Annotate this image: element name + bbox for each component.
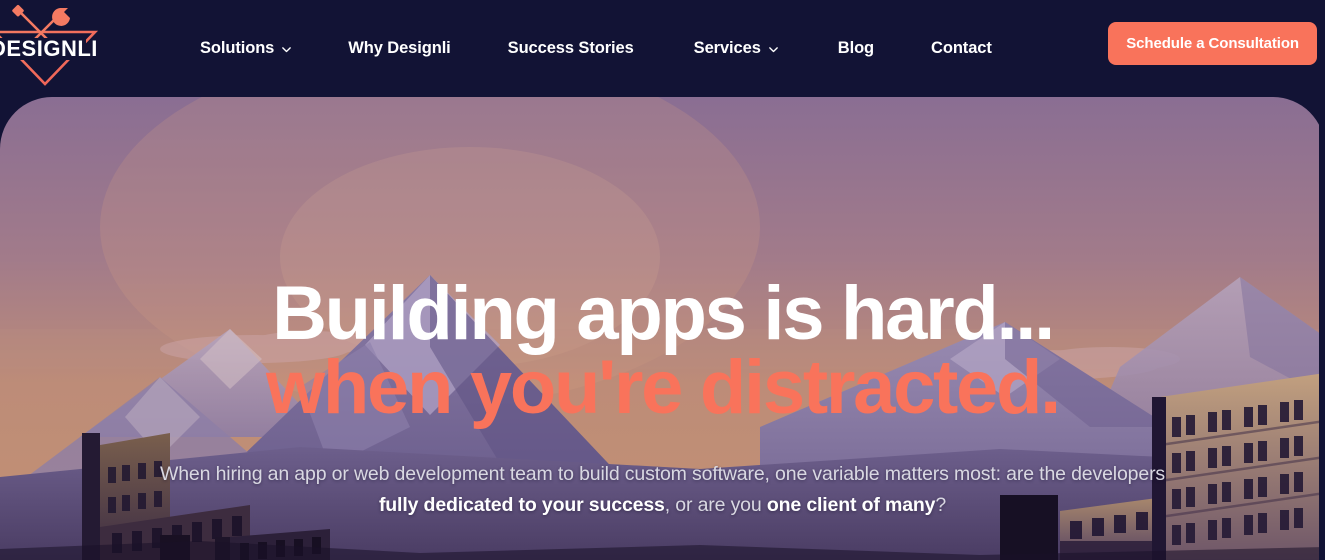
nav-item-blog-label: Blog	[837, 39, 875, 57]
hero-subcopy: When hiring an app or web development te…	[158, 459, 1168, 521]
hero-subcopy-strong2: one client of many	[766, 494, 936, 516]
main-navbar: DESIGNLI Solutions Why Designli Success …	[0, 0, 1325, 97]
hero-content: Building apps is hard... when you're dis…	[0, 97, 1325, 560]
chevron-down-icon	[281, 44, 292, 55]
nav-item-contact-label: Contact	[931, 39, 992, 57]
nav-links: Solutions Why Designli Success Stories S…	[200, 0, 992, 97]
hero-headline: Building apps is hard... when you're dis…	[0, 276, 1325, 430]
hero-right-gutter	[1319, 97, 1325, 560]
nav-item-solutions[interactable]: Solutions	[200, 39, 292, 58]
chevron-down-icon	[768, 44, 779, 55]
nav-item-services-label: Services	[693, 39, 761, 57]
hero-headline-line2: when you're distracted.	[266, 345, 1061, 430]
designli-logo[interactable]: DESIGNLI	[0, 2, 100, 86]
hero-subcopy-part1: When hiring an app or web development te…	[159, 463, 1166, 485]
hero-subcopy-strong1: fully dedicated to your success	[378, 494, 665, 516]
nav-item-why-designli[interactable]: Why Designli	[348, 39, 451, 58]
nav-item-success-stories[interactable]: Success Stories	[508, 39, 634, 58]
nav-item-success-stories-label: Success Stories	[507, 39, 634, 57]
nav-item-contact[interactable]: Contact	[931, 39, 992, 58]
nav-item-why-designli-label: Why Designli	[348, 39, 451, 57]
hero-page: DESIGNLI Solutions Why Designli Success …	[0, 0, 1325, 560]
hero-section: Building apps is hard... when you're dis…	[0, 97, 1325, 560]
hero-subcopy-part3: ?	[935, 494, 947, 516]
svg-text:DESIGNLI: DESIGNLI	[0, 36, 98, 61]
nav-item-solutions-label: Solutions	[200, 39, 275, 57]
schedule-consultation-button[interactable]: Schedule a Consultation	[1108, 22, 1317, 65]
nav-item-blog[interactable]: Blog	[838, 39, 874, 58]
hero-subcopy-part2: , or are you	[664, 494, 767, 516]
hero-headline-line1: Building apps is hard...	[272, 271, 1055, 356]
nav-item-services[interactable]: Services	[694, 39, 779, 58]
